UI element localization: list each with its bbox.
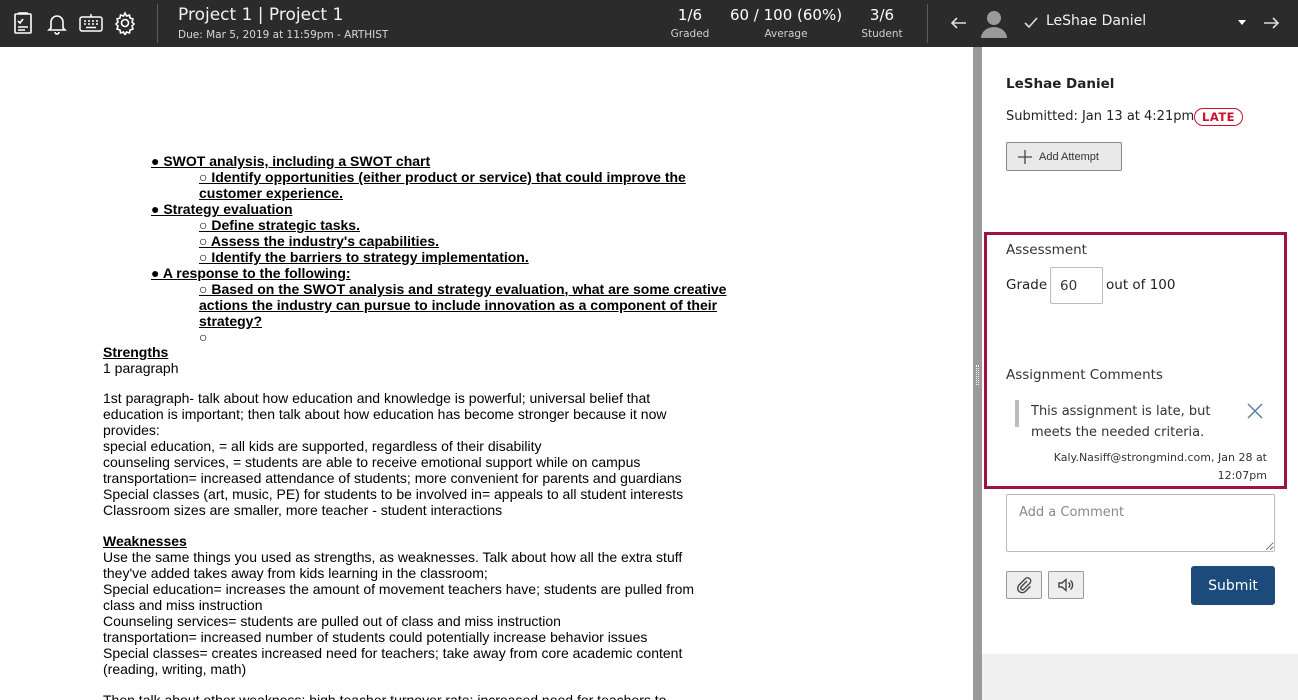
doc-line: Then talk about other weakness: high tea… bbox=[103, 692, 667, 700]
grading-panel: LeShae Daniel Submitted: Jan 13 at 4:21p… bbox=[982, 47, 1298, 700]
doc-line: customer experience. bbox=[199, 185, 343, 201]
doc-line: ● A response to the following: bbox=[151, 265, 351, 281]
submitted-date: Submitted: Jan 13 at 4:21pm bbox=[1006, 109, 1195, 124]
stat-graded-label: Graded bbox=[670, 28, 710, 40]
plus-icon bbox=[1018, 149, 1032, 164]
doc-line: 1 paragraph bbox=[103, 360, 179, 376]
grade-out-of: out of 100 bbox=[1106, 277, 1176, 293]
panel-student-name: LeShae Daniel bbox=[1006, 76, 1115, 92]
doc-line: Classroom sizes are smaller, more teache… bbox=[103, 502, 503, 518]
doc-line: ○ Identify the barriers to strategy impl… bbox=[199, 249, 529, 265]
doc-line: ● Strategy evaluation bbox=[151, 201, 293, 217]
caret-down-icon[interactable] bbox=[1232, 10, 1252, 36]
grade-label: Grade bbox=[1006, 277, 1048, 293]
doc-line: education is important; then talk about … bbox=[103, 406, 667, 422]
toolbar-divider bbox=[157, 4, 158, 43]
doc-line: counseling services, = students are able… bbox=[103, 454, 641, 470]
doc-line: ○ Define strategic tasks. bbox=[199, 217, 360, 233]
project-due-date: Due: Mar 5, 2019 at 11:59pm - ARTHIST bbox=[178, 29, 389, 41]
doc-line: transportation= increased number of stud… bbox=[103, 629, 648, 645]
panel-footer bbox=[982, 654, 1298, 700]
paperclip-icon bbox=[1016, 577, 1032, 594]
doc-line: ○ bbox=[199, 329, 208, 345]
doc-line: Special classes= creates increased need … bbox=[103, 645, 683, 661]
check-icon bbox=[1020, 10, 1042, 36]
doc-line: ○ Based on the SWOT analysis and strateg… bbox=[199, 281, 727, 297]
add-comment-input[interactable] bbox=[1006, 494, 1275, 552]
doc-heading: Strengths bbox=[103, 344, 169, 360]
doc-line: class and miss instruction bbox=[103, 597, 263, 613]
stat-student-value: 3/6 bbox=[869, 6, 895, 24]
add-attempt-button[interactable]: Add Attempt bbox=[1006, 142, 1122, 171]
grade-input[interactable] bbox=[1050, 267, 1103, 304]
doc-line: Counseling services= students are pulled… bbox=[103, 613, 561, 629]
doc-line: Special classes (art, music, PE) for stu… bbox=[103, 486, 684, 502]
doc-line: (reading, writing, math) bbox=[103, 661, 247, 677]
comments-title: Assignment Comments bbox=[1006, 367, 1163, 383]
doc-line: ○ Identify opportunities (either product… bbox=[199, 169, 686, 185]
keyboard-icon[interactable] bbox=[78, 10, 104, 36]
stat-student: 3/6 Student bbox=[852, 6, 912, 40]
submit-button[interactable]: Submit bbox=[1191, 566, 1275, 605]
arrow-right-icon[interactable] bbox=[1258, 10, 1284, 36]
stat-student-label: Student bbox=[861, 28, 903, 40]
speaker-icon bbox=[1058, 577, 1074, 593]
top-bar: Project 1 | Project 1 Due: Mar 5, 2019 a… bbox=[0, 0, 1298, 47]
submission-document[interactable]: ● SWOT analysis, including a SWOT chart … bbox=[0, 47, 973, 700]
close-icon[interactable] bbox=[1245, 401, 1265, 421]
doc-line: special education, = all kids are suppor… bbox=[103, 438, 542, 454]
add-attempt-label: Add Attempt bbox=[1039, 150, 1099, 163]
stat-average-value: 60 / 100 (60%) bbox=[729, 6, 843, 24]
stat-graded-value: 1/6 bbox=[677, 6, 703, 24]
bell-icon[interactable] bbox=[44, 10, 70, 36]
grade-list-icon[interactable] bbox=[10, 10, 36, 36]
doc-line: Special education= increases the amount … bbox=[103, 581, 695, 597]
audio-comment-button[interactable] bbox=[1048, 571, 1084, 599]
avatar-icon bbox=[980, 8, 1008, 38]
doc-line: ● SWOT analysis, including a SWOT chart bbox=[151, 153, 431, 169]
project-title: Project 1 | Project 1 bbox=[178, 5, 344, 25]
resize-grip-icon[interactable] bbox=[976, 365, 979, 385]
assessment-title: Assessment bbox=[1006, 242, 1087, 258]
comment-quote-bar bbox=[1015, 400, 1019, 427]
doc-line: transportation= increased attendance of … bbox=[103, 470, 682, 486]
doc-heading: Weaknesses bbox=[103, 533, 187, 549]
comment-meta: Kaly.Nasiff@strongmind.com, Jan 28 at 12… bbox=[1053, 451, 1267, 482]
stat-graded: 1/6 Graded bbox=[660, 6, 720, 40]
attach-file-button[interactable] bbox=[1006, 571, 1042, 599]
panel-resize-handle[interactable] bbox=[973, 47, 982, 700]
doc-line: they've added takes away from kids learn… bbox=[103, 565, 488, 581]
gear-icon[interactable] bbox=[112, 10, 138, 36]
stat-average-label: Average bbox=[764, 28, 808, 40]
doc-line: actions the industry can pursue to inclu… bbox=[199, 297, 718, 313]
comment-text: This assignment is late, but meets the n… bbox=[1031, 404, 1211, 440]
arrow-left-icon[interactable] bbox=[946, 10, 972, 36]
doc-line: Use the same things you used as strength… bbox=[103, 549, 683, 565]
doc-line: 1st paragraph- talk about how education … bbox=[103, 390, 651, 406]
stat-average: 60 / 100 (60%) Average bbox=[728, 6, 844, 40]
doc-line: ○ Assess the industry's capabilities. bbox=[199, 233, 440, 249]
student-selector[interactable]: LeShae Daniel bbox=[1046, 13, 1146, 29]
doc-line: provides: bbox=[103, 422, 160, 438]
late-badge: LATE bbox=[1194, 108, 1244, 126]
header-divider bbox=[927, 4, 928, 43]
doc-line: strategy? bbox=[199, 313, 263, 329]
